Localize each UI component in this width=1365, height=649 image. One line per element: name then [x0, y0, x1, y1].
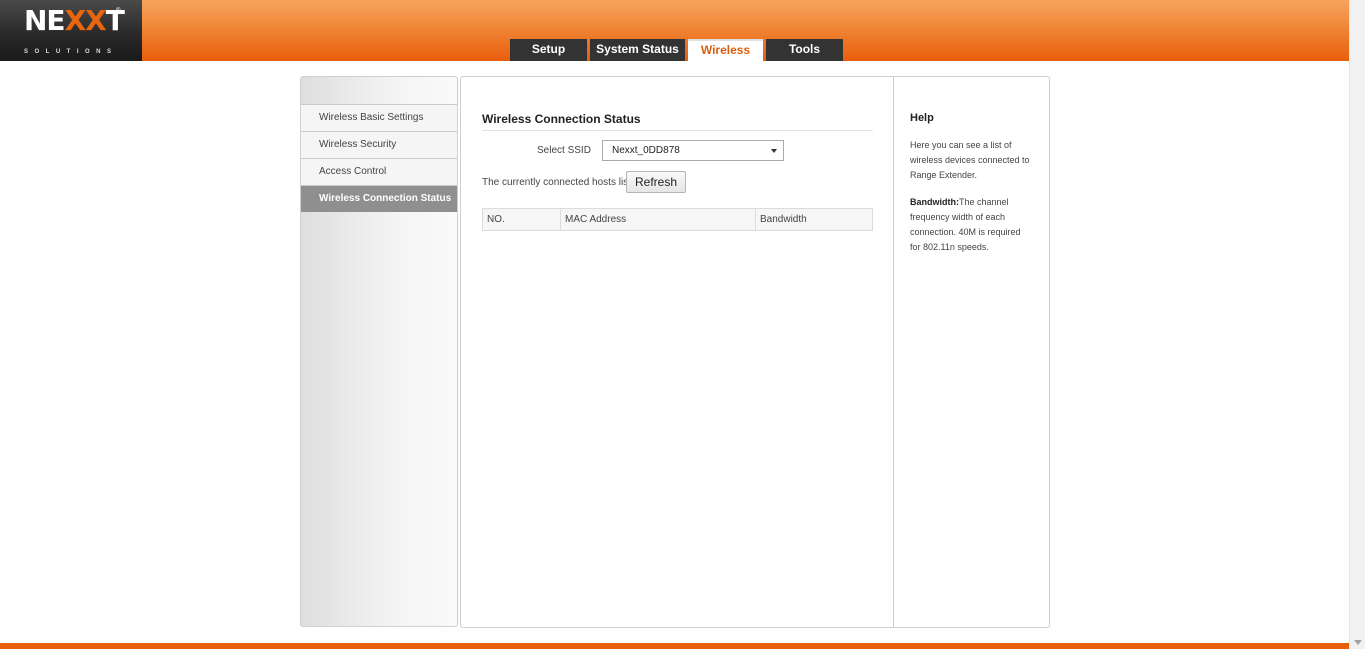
table-header-row: NO. MAC Address Bandwidth — [482, 208, 873, 231]
column-header-bandwidth: Bandwidth — [755, 208, 873, 231]
chevron-down-icon — [771, 149, 777, 153]
connected-hosts-table: NO. MAC Address Bandwidth — [482, 208, 873, 231]
column-header-no: NO. — [482, 208, 561, 231]
scroll-down-arrow-icon[interactable] — [1354, 640, 1362, 645]
ssid-selected-value: Nexxt_0DD878 — [612, 145, 680, 156]
trademark-icon: ® — [116, 8, 121, 14]
sidebar-item-wireless-security[interactable]: Wireless Security — [301, 131, 457, 158]
hosts-row: The currently connected hosts list: Refr… — [482, 171, 873, 203]
help-text-intro: Here you can see a list of wireless devi… — [910, 140, 1030, 180]
sidebar-item-access-control[interactable]: Access Control — [301, 158, 457, 185]
nexxt-logo[interactable]: NEXXT ® SOLUTIONS — [0, 0, 142, 61]
logo-wordmark: NEXXT — [24, 4, 125, 37]
help-bandwidth-term: Bandwidth: — [910, 197, 959, 207]
help-title: Help — [910, 112, 934, 124]
content-area: Wireless Connection Status Select SSID N… — [482, 112, 873, 231]
hosts-list-label: The currently connected hosts list: — [482, 177, 634, 188]
sidebar-item-wireless-connection-status[interactable]: Wireless Connection Status — [301, 185, 457, 212]
tab-tools[interactable]: Tools — [766, 39, 843, 61]
tab-setup[interactable]: Setup — [510, 39, 587, 61]
help-text-bandwidth: Bandwidth:The channel frequency width of… — [910, 195, 1033, 255]
sidebar-item-wireless-basic-settings[interactable]: Wireless Basic Settings — [301, 104, 457, 131]
footer-bar — [0, 643, 1349, 649]
header-bar: NEXXT ® SOLUTIONS Setup System Status Wi… — [0, 0, 1349, 61]
main-panel: Wireless Connection Status Select SSID N… — [460, 76, 1050, 628]
vertical-scrollbar[interactable] — [1349, 0, 1365, 649]
page-title: Wireless Connection Status — [482, 112, 873, 131]
tab-system-status[interactable]: System Status — [590, 39, 685, 61]
column-header-mac-address: MAC Address — [560, 208, 756, 231]
main-nav-tabs: Setup System Status Wireless Tools — [510, 39, 846, 61]
sidebar-menu: Wireless Basic Settings Wireless Securit… — [300, 76, 458, 627]
help-panel: Help Here you can see a list of wireless… — [893, 77, 1049, 627]
ssid-select[interactable]: Nexxt_0DD878 — [602, 140, 784, 161]
ssid-label: Select SSID — [537, 145, 591, 156]
logo-subtitle: SOLUTIONS — [24, 49, 118, 55]
refresh-button[interactable]: Refresh — [626, 171, 686, 193]
ssid-row: Select SSID Nexxt_0DD878 — [482, 139, 873, 173]
tab-wireless[interactable]: Wireless — [688, 39, 763, 61]
